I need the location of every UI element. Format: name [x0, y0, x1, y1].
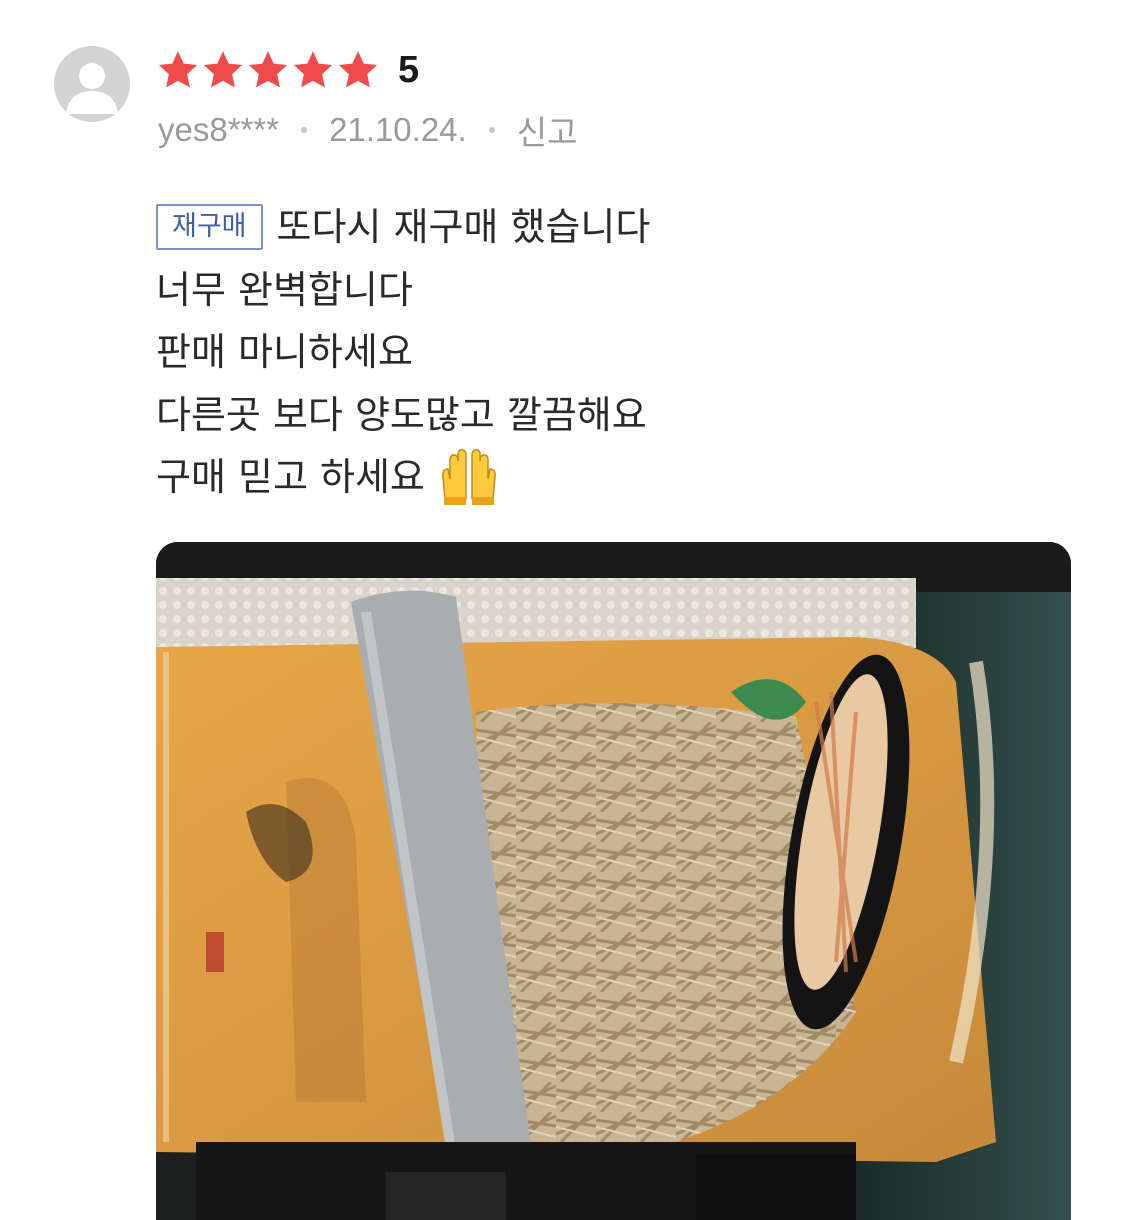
separator-dot — [301, 127, 308, 133]
repurchase-badge: 재구매 — [156, 204, 263, 251]
review-line-text: 또다시 재구매 했습니다 — [276, 205, 651, 249]
review-body: 재구매 또다시 재구매 했습니다 너무 완벽합니다 판매 마니하세요 다른곳 보… — [156, 196, 1076, 509]
review-date: 21.10.24. — [329, 111, 467, 148]
rating-score: 5 — [398, 48, 420, 91]
star-icon — [158, 51, 198, 88]
review-meta: yes8**** 21.10.24. 신고 — [158, 108, 577, 152]
user-avatar — [54, 46, 130, 122]
review-line: 판매 마니하세요 — [156, 321, 1076, 384]
review-line: 구매 믿고 하세요 — [156, 446, 1076, 509]
separator-dot — [488, 127, 495, 133]
review-line-text: 너무 완벽합니다 — [156, 267, 413, 312]
review-photo[interactable] — [156, 542, 1071, 1220]
star-icon — [293, 51, 333, 88]
review-card: 5 yes8**** 21.10.24. 신고 재구매 또다시 재구매 했습니다… — [0, 0, 1125, 1220]
product-photo-image — [156, 542, 1071, 1220]
review-line-text: 다른곳 보다 양도많고 깔끔해요 — [156, 392, 647, 437]
username: yes8**** — [158, 111, 280, 148]
report-link[interactable]: 신고 — [517, 106, 578, 154]
star-rating — [156, 48, 380, 92]
raising-hands-emoji — [442, 449, 496, 506]
review-line: 재구매 또다시 재구매 했습니다 — [156, 196, 1076, 259]
star-icon — [338, 51, 378, 88]
rating-row: 5 — [156, 42, 419, 98]
star-icon — [203, 51, 243, 88]
review-line: 다른곳 보다 양도많고 깔끔해요 — [156, 384, 1076, 447]
review-line: 너무 완벽합니다 — [156, 259, 1076, 322]
review-line-text: 구매 믿고 하세요 — [156, 455, 425, 499]
default-user-icon — [54, 46, 130, 122]
star-icon — [248, 51, 288, 88]
review-line-text: 판매 마니하세요 — [156, 330, 413, 374]
